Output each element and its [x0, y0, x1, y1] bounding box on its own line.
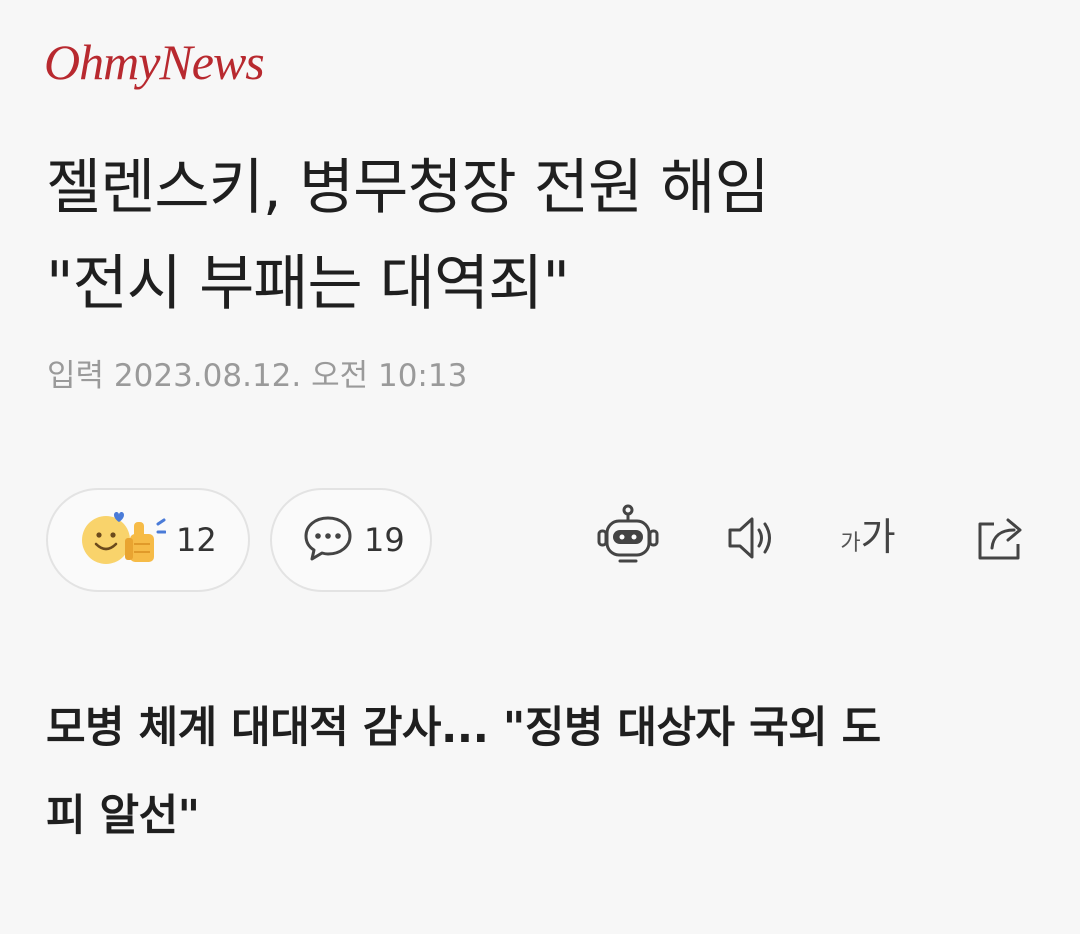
speaker-icon: [720, 508, 780, 572]
robot-icon: [593, 503, 663, 577]
headline-line-2: "전시 부패는 대역죄": [46, 249, 570, 319]
headline-line-1: 젤렌스키, 병무청장 전원 해임: [46, 153, 770, 223]
text-to-speech-button[interactable]: [712, 502, 788, 578]
ohmynews-logo[interactable]: OhmyNews: [44, 30, 265, 94]
article-subheadline: 모병 체계 대대적 감사... "징병 대상자 국외 도 피 알선": [46, 684, 1036, 860]
comment-count: 19: [364, 521, 405, 559]
thumbs-up-smile-icon: [78, 508, 167, 572]
share-button[interactable]: [962, 502, 1038, 578]
reaction-count: 12: [176, 521, 217, 559]
subheadline-line-2: 피 알선": [46, 791, 200, 841]
article-headline: 젤렌스키, 병무청장 전원 해임 "전시 부패는 대역죄": [46, 140, 1036, 332]
share-icon: [970, 508, 1030, 572]
comment-button[interactable]: 19: [270, 488, 432, 592]
font-size-icon: 가가: [840, 513, 895, 568]
subheadline-line-1: 모병 체계 대대적 감사... "징병 대상자 국외 도: [46, 703, 881, 753]
published-timestamp: 입력 2023.08.12. 오전 10:13: [47, 358, 468, 394]
font-size-large-glyph: 가: [860, 514, 896, 559]
font-size-button[interactable]: 가가: [830, 502, 906, 578]
speech-bubble-icon: [302, 512, 354, 568]
font-size-small-glyph: 가: [840, 530, 861, 556]
reaction-button[interactable]: 12: [46, 488, 250, 592]
summary-bot-button[interactable]: [590, 502, 666, 578]
